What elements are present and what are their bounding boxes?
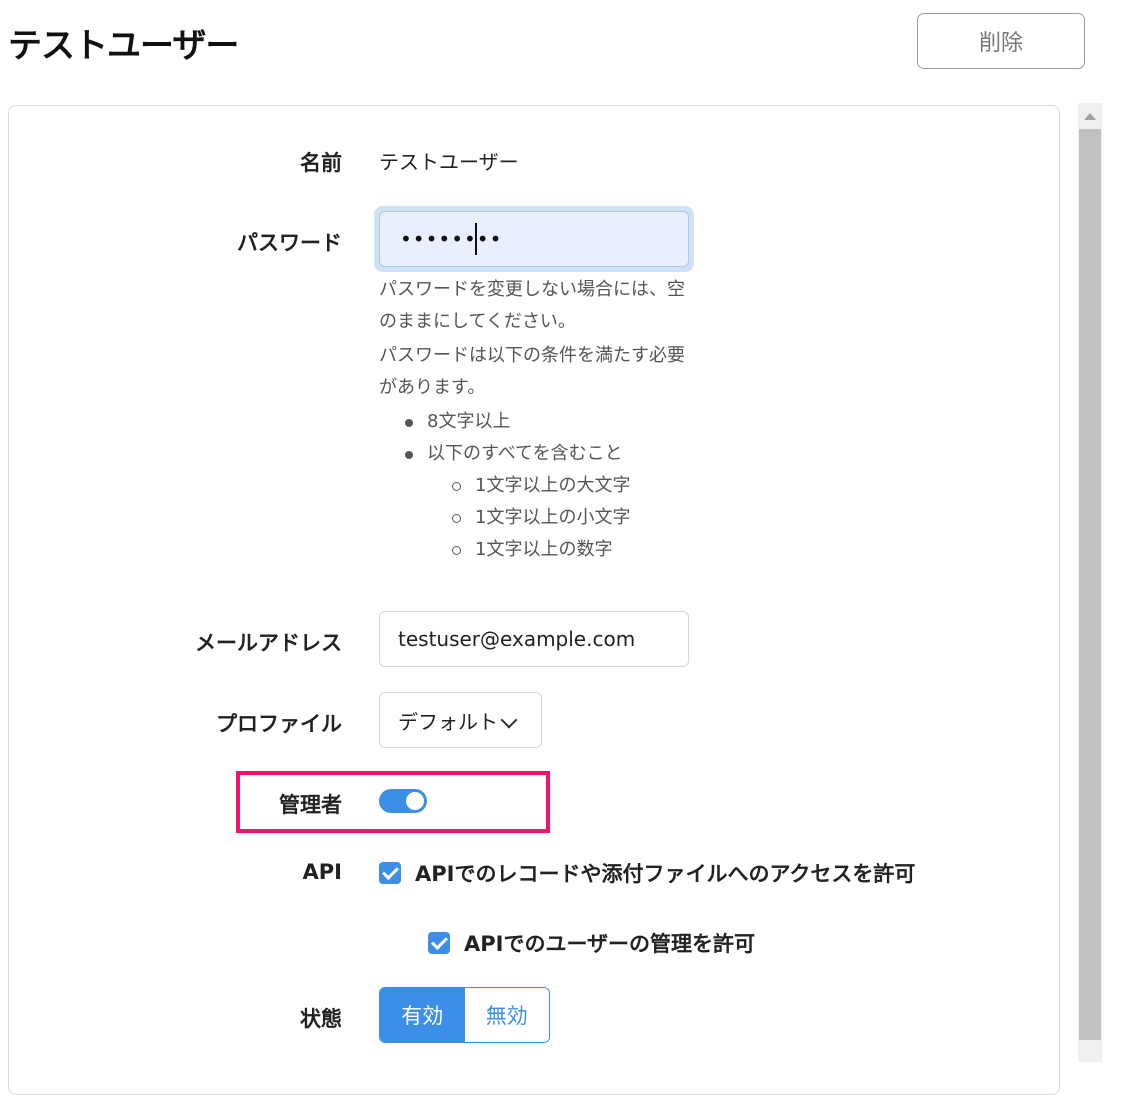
profile-selected-value: デフォルト [398,709,498,734]
profile-select[interactable]: デフォルト [379,692,542,748]
status-label: 状態 [300,1007,342,1031]
admin-toggle[interactable] [379,789,427,813]
status-segmented-control: 有効 無効 [379,987,550,1043]
profile-label: プロファイル [216,712,342,736]
password-subrule-list: 1文字以上の大文字 1文字以上の小文字 1文字以上の数字 [427,470,697,566]
toggle-knob [406,792,424,810]
email-field[interactable] [379,611,689,667]
password-subrule: 1文字以上の数字 [427,534,697,566]
password-subrule: 1文字以上の大文字 [427,470,697,502]
password-subrule: 1文字以上の小文字 [427,502,697,534]
password-help-requirements: パスワードは以下の条件を満たす必要があります。 [379,345,685,398]
password-rule-list: 8文字以上 以下のすべてを含むこと 1文字以上の大文字 1文字以上の小文字 1文… [379,406,697,566]
api-users-label[interactable]: APIでのユーザーの管理を許可 [464,928,755,958]
status-option-enabled[interactable]: 有効 [380,988,465,1042]
scroll-up-arrow-icon[interactable] [1084,113,1096,120]
vertical-scrollbar[interactable] [1078,103,1102,1062]
api-records-checkbox[interactable] [379,862,401,884]
api-label: API [302,860,342,884]
checkmark-icon [382,863,399,880]
scrollbar-thumb[interactable] [1079,129,1101,1040]
email-label: メールアドレス [195,631,342,655]
api-records-label[interactable]: APIでのレコードや添付ファイルへのアクセスを許可 [415,858,915,888]
chevron-down-icon [500,711,518,729]
name-label: 名前 [300,151,342,175]
name-value: テストユーザー [379,150,519,174]
password-label: パスワード [237,231,342,255]
delete-button[interactable]: 削除 [917,13,1085,69]
password-field[interactable] [379,211,689,267]
api-users-checkbox[interactable] [428,932,450,954]
checkmark-icon [431,933,448,950]
admin-label: 管理者 [279,793,342,817]
password-rule: 以下のすべてを含むこと 1文字以上の大文字 1文字以上の小文字 1文字以上の数字 [379,438,697,566]
text-caret [475,223,477,255]
page-title: テストユーザー [8,26,239,66]
password-help: パスワードを変更しない場合には、空のままにしてください。 パスワードは以下の条件… [379,274,697,566]
password-rule: 8文字以上 [379,406,697,438]
status-option-disabled[interactable]: 無効 [464,988,549,1042]
password-rule-text: 以下のすべてを含むこと [427,443,623,464]
password-help-intro: パスワードを変更しない場合には、空のままにしてください。 [379,279,685,332]
